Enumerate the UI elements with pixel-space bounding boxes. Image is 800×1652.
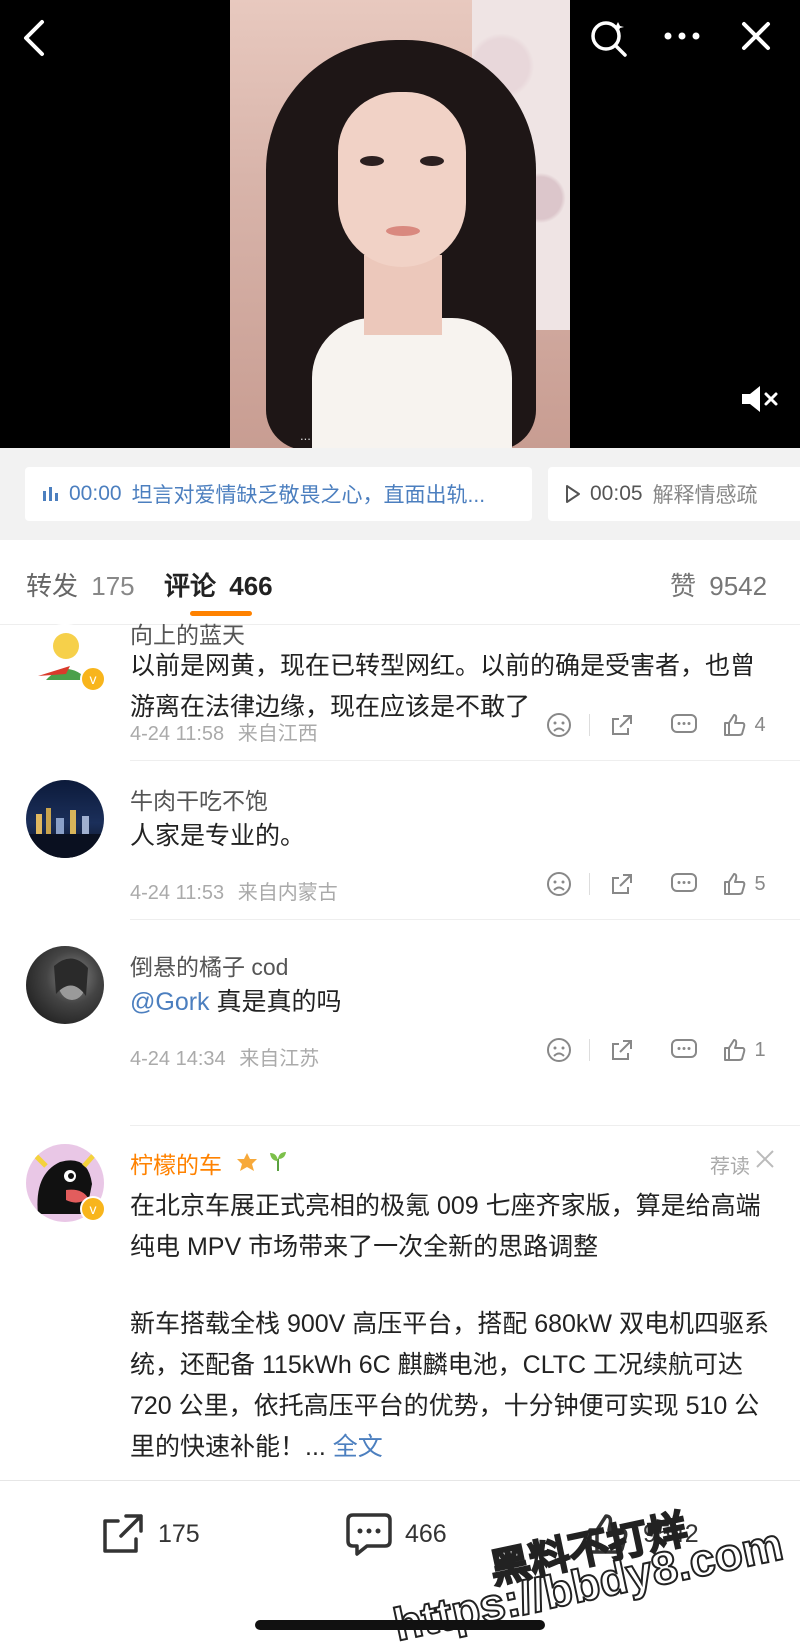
thumbs-up-icon [724,1039,746,1061]
like-button[interactable]: 1 [714,1037,774,1063]
sprout-icon [267,1152,289,1178]
chapter-time: 00:05 [590,482,643,505]
post-paragraph-1: 在北京车展正式亮相的极氪 009 七座齐家版，算是给高端纯电 MPV 市场带来了… [130,1192,761,1261]
like-count: 4 [754,713,766,736]
mention-link[interactable]: @Gork [130,988,210,1016]
verified-badge: v [80,1196,106,1222]
comment-text: 人家是专业的。 [130,822,306,850]
comment-text: @Gork 真是真的吗 [130,982,770,1023]
thumbs-up-icon [724,873,746,895]
play-icon [566,485,580,503]
comment-meta: 4-24 11:58 来自江西 [130,717,318,746]
post-author[interactable]: 柠檬的车 [130,1146,289,1180]
comment-actions: 5 [529,871,774,897]
dismiss-icon[interactable] [754,1148,776,1175]
share-icon[interactable] [590,871,654,897]
comment-divider [130,1125,800,1126]
comment-divider [130,919,800,920]
reply-icon[interactable] [654,871,714,897]
person-shirt [312,318,512,448]
bottom-comment-count: 466 [405,1519,447,1548]
post-paragraph-2: 新车搭载全栈 900V 高压平台，搭配 680kW 双电机四驱系统，还配备 11… [130,1304,780,1468]
person-face [338,92,466,267]
chapter-text: 解释情感疏 [652,484,758,507]
comment-body: 真是真的吗 [209,988,342,1016]
like-count: 1 [754,1038,766,1061]
back-icon[interactable] [18,18,52,64]
interaction-tabs: 转发 175 评论 466 赞 9542 [0,540,800,625]
more-icon[interactable] [660,16,704,62]
like-button[interactable]: 4 [714,712,774,738]
bottom-comment-button[interactable]: 466 [345,1511,447,1557]
reply-icon[interactable] [654,1037,714,1063]
tab-likes-count: 9542 [709,571,768,601]
share-icon[interactable] [590,712,654,738]
tab-comments[interactable]: 评论 466 [164,566,273,603]
right-eye [420,156,444,166]
chapter-time: 00:00 [69,482,122,505]
bottom-repost-button[interactable]: 175 [100,1511,200,1557]
comment-location: 来自江西 [237,723,318,745]
close-icon[interactable] [738,18,774,60]
tab-comments-count: 466 [229,571,273,601]
thumbs-up-icon [724,714,746,736]
comment-username[interactable]: 倒悬的橘子 cod [130,948,288,982]
comment-location: 来自内蒙古 [237,882,338,904]
comment-meta: 4-24 11:53 来自内蒙古 [130,876,338,905]
home-indicator [255,1620,545,1630]
video-chapters: 00:00 坦言对爱情缺乏敬畏之心，直面出轨... 00:05 解释情感疏 [0,448,800,540]
tab-likes-label: 赞 [670,571,697,601]
video-subtitle: ... [300,428,311,443]
avatar[interactable] [26,780,104,858]
search-icon[interactable] [588,16,630,64]
chapter-text: 坦言对爱情缺乏敬畏之心，直面出轨... [131,484,486,507]
reply-icon[interactable] [654,712,714,738]
bottom-repost-count: 175 [158,1519,200,1548]
video-player[interactable]: ... [0,0,800,448]
comment-time: 4-24 14:34 [130,1048,226,1070]
dislike-icon[interactable] [529,712,589,738]
read-more-link[interactable]: 全文 [333,1433,383,1461]
chapter-chip-1[interactable]: 00:00 坦言对爱情缺乏敬畏之心，直面出轨... [25,467,532,521]
comment-icon [346,1513,392,1556]
post-author-name: 柠檬的车 [130,1152,222,1178]
tab-likes[interactable]: 赞 9542 [670,566,767,603]
recommend-tag: 荐读 [710,1156,750,1178]
comment-divider [130,760,800,761]
comment-time: 4-24 11:58 [130,723,225,745]
tab-repost-label: 转发 [26,571,79,601]
chapter-chip-2[interactable]: 00:05 解释情感疏 [548,467,800,521]
tab-repost-count: 175 [91,571,135,601]
audio-bars-icon [43,487,58,501]
comment-location: 来自江苏 [239,1048,320,1070]
tab-repost[interactable]: 转发 175 [26,566,135,603]
dislike-icon[interactable] [529,871,589,897]
comment-actions: 4 [529,712,774,738]
like-button[interactable]: 5 [714,871,774,897]
comment-meta: 4-24 14:34 来自江苏 [130,1042,319,1071]
dislike-icon[interactable] [529,1037,589,1063]
tab-comments-label: 评论 [164,571,217,601]
lips [386,226,420,236]
comment-username[interactable]: 向上的蓝天 [130,616,245,650]
share-icon[interactable] [590,1037,654,1063]
post-paragraph-2-text: 新车搭载全栈 900V 高压平台，搭配 680kW 双电机四驱系统，还配备 11… [130,1310,769,1461]
fan-badge-icon [234,1152,266,1178]
verified-badge: v [80,666,106,692]
left-eye [360,156,384,166]
video-frame [230,0,570,448]
person-neck [364,255,442,335]
avatar[interactable] [26,946,104,1024]
like-count: 5 [754,872,766,895]
mute-icon[interactable] [738,382,784,422]
comment-time: 4-24 11:53 [130,882,225,904]
comment-username[interactable]: 牛肉干吃不饱 [130,782,268,816]
repost-icon [103,1514,143,1553]
comment-actions: 1 [529,1037,774,1063]
